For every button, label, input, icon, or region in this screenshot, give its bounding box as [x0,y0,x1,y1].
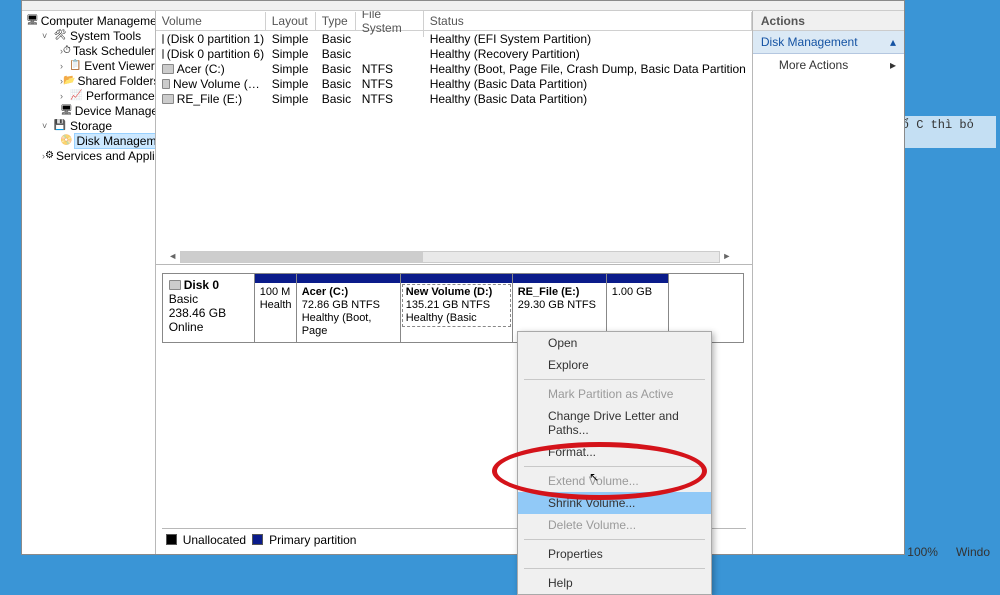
col-filesystem[interactable]: File System [356,11,424,37]
volume-row[interactable]: (Disk 0 partition 1)SimpleBasicHealthy (… [156,31,752,46]
partition[interactable]: Acer (C:)72.86 GB NTFSHealthy (Boot, Pag… [297,274,401,342]
services-icon: ⚙ [45,149,54,163]
separator [524,568,705,569]
actions-more[interactable]: More Actions ▸ [753,54,904,76]
col-type[interactable]: Type [316,12,356,30]
computer-management-window: 🖥 Computer Management (Local) ˅ 🛠 System… [21,0,905,555]
drive-icon [162,79,170,89]
chevron-up-icon: ▴ [890,35,896,49]
drive-icon [162,94,174,104]
zoom-level: 100% [907,545,938,559]
tree-shared-folders[interactable]: ›📂Shared Folders [24,73,155,88]
clock-icon: ⏱ [63,44,71,58]
storage-icon: 💾 [52,119,68,133]
folder-icon: 📂 [63,74,75,88]
collapse-icon[interactable]: ˅ [42,121,52,131]
legend-primary-label: Primary partition [269,533,356,547]
volume-row[interactable]: Acer (C:)SimpleBasicNTFSHealthy (Boot, P… [156,61,752,76]
ctx-help[interactable]: Help [518,572,711,594]
volume-row[interactable]: RE_File (E:)SimpleBasicNTFSHealthy (Basi… [156,91,752,106]
event-icon: 📋 [69,59,83,73]
scroll-right-icon[interactable]: ► [720,251,734,263]
legend-unallocated-label: Unallocated [183,533,246,547]
col-layout[interactable]: Layout [266,12,316,30]
ctx-mark-active: Mark Partition as Active [518,383,711,405]
device-icon: 🖥 [60,104,73,118]
ctx-shrink-volume[interactable]: Shrink Volume... [518,492,711,514]
tree-system-tools[interactable]: ˅ 🛠 System Tools [24,28,155,43]
drive-icon [169,280,181,290]
tree-services-apps[interactable]: › ⚙ Services and Applications [24,148,155,163]
partition[interactable]: New Volume (D:)135.21 GB NTFSHealthy (Ba… [401,274,513,342]
navigation-tree[interactable]: 🖥 Computer Management (Local) ˅ 🛠 System… [22,11,156,554]
chevron-right-icon: ▸ [890,58,896,72]
tree-root[interactable]: 🖥 Computer Management (Local) [24,13,155,28]
tree-performance[interactable]: ›📈Performance [24,88,155,103]
drive-icon [162,49,164,59]
tree-task-scheduler[interactable]: ›⏱Task Scheduler [24,43,155,58]
separator [524,539,705,540]
disk-icon: 📀 [60,134,72,148]
ctx-change-letter[interactable]: Change Drive Letter and Paths... [518,405,711,441]
cursor-icon: ↖ [589,470,599,484]
disk-type: Basic [169,292,248,306]
col-status[interactable]: Status [424,12,752,30]
actions-pane: Actions Disk Management ▴ More Actions ▸ [753,11,904,554]
ctx-extend-volume: Extend Volume... [518,470,711,492]
ctx-delete-volume: Delete Volume... [518,514,711,536]
drive-icon [162,64,174,74]
scroll-track[interactable] [180,251,720,263]
actions-title: Actions [753,11,904,31]
expand-icon[interactable]: › [60,91,69,101]
separator [524,379,705,380]
status-bar: 100% Windo [897,541,1000,563]
horizontal-scrollbar[interactable]: ◄ ► [166,250,734,264]
toolbar[interactable] [22,1,904,11]
separator [524,466,705,467]
volume-list-header[interactable]: Volume Layout Type File System Status [156,11,752,31]
volume-list[interactable]: Volume Layout Type File System Status (D… [156,11,752,264]
disk-status: Online [169,320,248,334]
ctx-properties[interactable]: Properties [518,543,711,565]
disk-info[interactable]: Disk 0 Basic 238.46 GB Online [163,274,255,342]
scroll-left-icon[interactable]: ◄ [166,251,180,263]
tools-icon: 🛠 [52,29,68,43]
tree-storage[interactable]: ˅ 💾 Storage [24,118,155,133]
collapse-icon[interactable]: ˅ [42,31,52,41]
volume-row[interactable]: (Disk 0 partition 6)SimpleBasicHealthy (… [156,46,752,61]
context-menu: Open Explore Mark Partition as Active Ch… [517,331,712,595]
perf-icon: 📈 [69,89,84,103]
col-volume[interactable]: Volume [156,12,266,30]
tree-device-manager[interactable]: 🖥Device Manager [24,103,155,118]
tree-event-viewer[interactable]: ›📋Event Viewer [24,58,155,73]
legend-unallocated-icon [166,534,177,545]
ctx-open[interactable]: Open [518,332,711,354]
computer-icon: 🖥 [26,14,39,28]
tree-disk-management[interactable]: 📀Disk Management [24,133,155,148]
drive-icon [162,34,164,44]
legend-primary-icon [252,534,263,545]
ctx-explore[interactable]: Explore [518,354,711,376]
partition[interactable]: 100 MHealth [255,274,297,342]
actions-section[interactable]: Disk Management ▴ [753,31,904,54]
volume-row[interactable]: New Volume (…SimpleBasicNTFSHealthy (Bas… [156,76,752,91]
window-label: Windo [956,545,990,559]
disk-size: 238.46 GB [169,306,248,320]
expand-icon[interactable]: › [60,61,69,71]
scroll-thumb[interactable] [181,252,423,262]
ctx-format[interactable]: Format... [518,441,711,463]
